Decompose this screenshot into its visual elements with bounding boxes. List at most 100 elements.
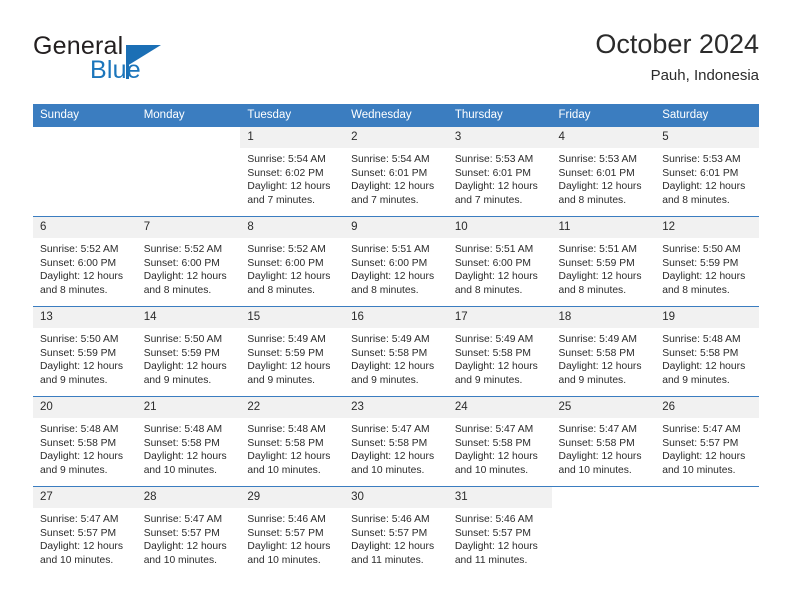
calendar-day-cell[interactable]: 21 Sunrise: 5:48 AM Sunset: 5:58 PM Dayligh… (136, 396, 241, 487)
day-sunset: Sunset: 6:00 PM (454, 257, 531, 269)
day-details: Sunrise: 5:46 AM Sunset: 5:57 PM Daylight:… (344, 508, 448, 567)
calendar-page: General Blue October 2024 Pauh, Indonesi… (0, 0, 792, 612)
calendar-day-cell[interactable]: 4 Sunrise: 5:53 AM Sunset: 6:01 PM Daylight… (551, 126, 656, 217)
day-details: Sunrise: 5:49 AM Sunset: 5:58 PM Daylight:… (344, 328, 448, 387)
calendar-day-cell[interactable]: 12 Sunrise: 5:50 AM Sunset: 5:59 PM Dayligh… (655, 216, 759, 307)
day-daylight2: and 8 minutes. (247, 284, 315, 296)
calendar-week-row: 1 Sunrise: 5:54 AM Sunset: 6:02 PM Daylight… (33, 126, 759, 217)
day-sunset: Sunset: 5:58 PM (351, 347, 428, 359)
day-sunset: Sunset: 5:59 PM (143, 347, 220, 359)
day-daylight2: and 7 minutes. (351, 194, 419, 206)
day-details: Sunrise: 5:47 AM Sunset: 5:57 PM Daylight:… (33, 508, 137, 567)
day-details: Sunrise: 5:51 AM Sunset: 5:59 PM Daylight:… (552, 238, 656, 297)
day-number: 29 (240, 487, 345, 508)
day-daylight2: and 9 minutes. (40, 464, 108, 476)
day-daylight2: and 10 minutes. (143, 554, 217, 566)
day-daylight1: Daylight: 12 hours (143, 541, 227, 553)
day-details: Sunrise: 5:50 AM Sunset: 5:59 PM Daylight:… (137, 328, 241, 387)
day-sunrise: Sunrise: 5:48 AM (143, 424, 223, 435)
day-sunset: Sunset: 5:58 PM (351, 437, 428, 449)
day-sunset: Sunset: 5:59 PM (558, 257, 635, 269)
day-number: 12 (655, 217, 759, 238)
calendar-day-cell[interactable]: 24 Sunrise: 5:47 AM Sunset: 5:58 PM Dayligh… (447, 396, 552, 487)
day-number: 2 (344, 127, 448, 148)
day-daylight1: Daylight: 12 hours (454, 271, 538, 283)
day-sunrise: Sunrise: 5:47 AM (40, 514, 119, 525)
logo-word-blue: Blue (90, 56, 141, 84)
calendar-day-cell[interactable]: 9 Sunrise: 5:51 AM Sunset: 6:00 PM Daylight… (344, 216, 448, 307)
day-sunset: Sunset: 6:02 PM (247, 167, 324, 179)
calendar-day-cell[interactable]: 27 Sunrise: 5:47 AM Sunset: 5:57 PM Dayligh… (33, 486, 137, 576)
day-daylight2: and 9 minutes. (454, 374, 523, 386)
calendar-day-cell[interactable]: 5 Sunrise: 5:53 AM Sunset: 6:01 PM Daylight… (655, 126, 759, 217)
calendar-day-cell[interactable]: 25 Sunrise: 5:47 AM Sunset: 5:58 PM Dayligh… (551, 396, 656, 487)
calendar-day-cell[interactable]: 23 Sunrise: 5:47 AM Sunset: 5:58 PM Dayligh… (344, 396, 448, 487)
day-daylight2: and 8 minutes. (143, 284, 212, 296)
day-number: 8 (240, 217, 345, 238)
calendar-day-cell[interactable]: 1 Sunrise: 5:54 AM Sunset: 6:02 PM Daylight… (240, 126, 345, 217)
calendar-day-cell[interactable]: 17 Sunrise: 5:49 AM Sunset: 5:58 PM Dayligh… (447, 306, 552, 397)
day-daylight2: and 10 minutes. (143, 464, 217, 476)
calendar-day-cell[interactable]: 6 Sunrise: 5:52 AM Sunset: 6:00 PM Daylight… (33, 216, 137, 307)
calendar-day-cell[interactable]: 31 Sunrise: 5:46 AM Sunset: 5:57 PM Dayligh… (447, 486, 552, 576)
sunrise-sunset-calendar: Sunday Monday Tuesday Wednesday Thursday… (33, 104, 759, 576)
day-number: 30 (344, 487, 448, 508)
day-sunset: Sunset: 5:58 PM (247, 437, 324, 449)
calendar-week-row: 27 Sunrise: 5:47 AM Sunset: 5:57 PM Dayligh… (33, 486, 759, 576)
day-sunrise: Sunrise: 5:47 AM (143, 514, 223, 525)
calendar-day-cell[interactable]: 13 Sunrise: 5:50 AM Sunset: 5:59 PM Dayligh… (33, 306, 137, 397)
day-sunset: Sunset: 6:00 PM (143, 257, 220, 269)
day-daylight1: Daylight: 12 hours (558, 451, 642, 463)
calendar-day-cell[interactable]: 11 Sunrise: 5:51 AM Sunset: 5:59 PM Dayligh… (551, 216, 656, 307)
day-daylight1: Daylight: 12 hours (351, 541, 435, 553)
calendar-day-cell[interactable]: 19 Sunrise: 5:48 AM Sunset: 5:58 PM Dayligh… (655, 306, 759, 397)
day-sunset: Sunset: 6:00 PM (247, 257, 324, 269)
day-daylight2: and 9 minutes. (558, 374, 627, 386)
day-details: Sunrise: 5:48 AM Sunset: 5:58 PM Daylight:… (137, 418, 241, 477)
day-details: Sunrise: 5:53 AM Sunset: 6:01 PM Daylight:… (655, 148, 759, 207)
calendar-day-cell[interactable]: 14 Sunrise: 5:50 AM Sunset: 5:59 PM Dayligh… (136, 306, 241, 397)
calendar-day-cell[interactable]: 18 Sunrise: 5:49 AM Sunset: 5:58 PM Dayligh… (551, 306, 656, 397)
calendar-week-row: 20 Sunrise: 5:48 AM Sunset: 5:58 PM Dayligh… (33, 396, 759, 487)
day-daylight1: Daylight: 12 hours (558, 271, 642, 283)
calendar-day-cell[interactable]: 22 Sunrise: 5:48 AM Sunset: 5:58 PM Dayligh… (240, 396, 345, 487)
calendar-day-cell[interactable]: 16 Sunrise: 5:49 AM Sunset: 5:58 PM Dayligh… (344, 306, 448, 397)
day-number: 25 (551, 397, 656, 418)
calendar-day-cell[interactable]: 15 Sunrise: 5:49 AM Sunset: 5:59 PM Dayligh… (240, 306, 345, 397)
day-daylight1: Daylight: 12 hours (558, 181, 642, 193)
day-sunrise: Sunrise: 5:50 AM (40, 334, 119, 345)
day-daylight1: Daylight: 12 hours (454, 181, 538, 193)
day-sunrise: Sunrise: 5:49 AM (247, 334, 326, 345)
calendar-day-cell[interactable]: 20 Sunrise: 5:48 AM Sunset: 5:58 PM Dayligh… (33, 396, 137, 487)
day-daylight1: Daylight: 12 hours (558, 361, 642, 373)
calendar-day-cell[interactable]: 28 Sunrise: 5:47 AM Sunset: 5:57 PM Dayligh… (136, 486, 241, 576)
calendar-day-cell[interactable]: 30 Sunrise: 5:46 AM Sunset: 5:57 PM Dayligh… (344, 486, 448, 576)
day-daylight1: Daylight: 12 hours (247, 181, 331, 193)
day-daylight2: and 8 minutes. (558, 194, 627, 206)
calendar-day-cell[interactable]: 29 Sunrise: 5:46 AM Sunset: 5:57 PM Dayligh… (240, 486, 345, 576)
calendar-day-cell[interactable]: 8 Sunrise: 5:52 AM Sunset: 6:00 PM Daylight… (240, 216, 345, 307)
day-sunrise: Sunrise: 5:50 AM (662, 244, 741, 255)
calendar-day-cell[interactable]: 7 Sunrise: 5:52 AM Sunset: 6:00 PM Daylight… (136, 216, 241, 307)
day-sunset: Sunset: 6:01 PM (454, 167, 531, 179)
calendar-day-cell[interactable]: 2 Sunrise: 5:54 AM Sunset: 6:01 PM Daylight… (344, 126, 448, 217)
day-details: Sunrise: 5:47 AM Sunset: 5:57 PM Daylight:… (137, 508, 241, 567)
general-blue-logo[interactable]: General Blue (33, 32, 213, 90)
day-details: Sunrise: 5:46 AM Sunset: 5:57 PM Daylight:… (240, 508, 344, 567)
day-number: 14 (136, 307, 241, 328)
day-sunrise: Sunrise: 5:52 AM (40, 244, 119, 255)
day-number: 7 (136, 217, 241, 238)
day-sunrise: Sunrise: 5:50 AM (143, 334, 223, 345)
calendar-day-cell[interactable]: 3 Sunrise: 5:53 AM Sunset: 6:01 PM Daylight… (447, 126, 552, 217)
day-sunset: Sunset: 6:01 PM (558, 167, 635, 179)
calendar-day-cell[interactable]: 26 Sunrise: 5:47 AM Sunset: 5:57 PM Dayligh… (655, 396, 759, 487)
day-number: 10 (447, 217, 552, 238)
day-number: 31 (447, 487, 552, 508)
calendar-day-cell[interactable]: 10 Sunrise: 5:51 AM Sunset: 6:00 PM Dayligh… (447, 216, 552, 307)
weekday-header-wednesday: Wednesday (344, 104, 448, 127)
day-number: 17 (447, 307, 552, 328)
location-subtitle: Pauh, Indonesia (650, 67, 759, 84)
day-details: Sunrise: 5:54 AM Sunset: 6:01 PM Daylight:… (344, 148, 448, 207)
day-sunrise: Sunrise: 5:49 AM (454, 334, 534, 345)
day-daylight2: and 10 minutes. (247, 464, 321, 476)
